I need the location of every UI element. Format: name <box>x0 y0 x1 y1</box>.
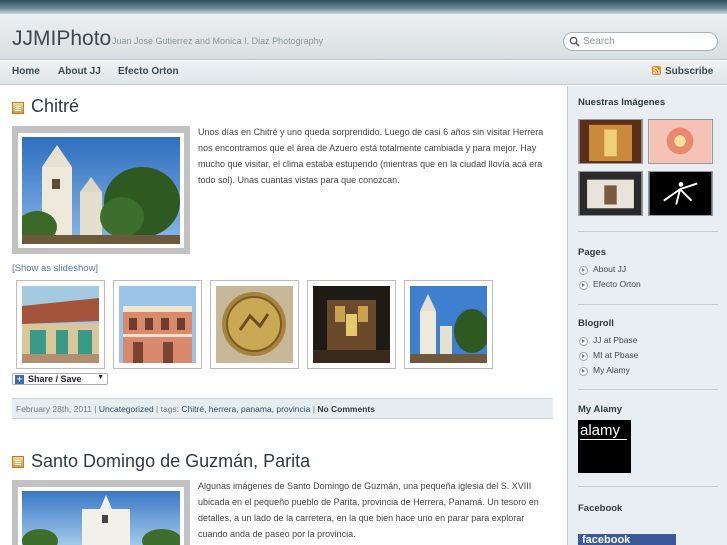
colonial-building-photo <box>119 286 196 363</box>
site-header: JJMIPhoto Juan Jose Gutierrez and Monica… <box>0 0 727 60</box>
category-link[interactable]: Uncategorized <box>99 404 154 414</box>
post-title-santo-domingo[interactable]: Santo Domingo de Guzmán, Parita <box>31 451 310 472</box>
alamy-logo-underline <box>580 439 627 440</box>
white-church-photo <box>22 491 180 545</box>
subscribe-label: Subscribe <box>665 66 714 77</box>
gallery-thumb[interactable] <box>210 280 299 369</box>
sidebar-image-flower[interactable] <box>648 119 713 164</box>
facebook-widget-title: Facebook <box>578 503 623 514</box>
blogroll-widget-title: Blogroll <box>578 318 614 329</box>
post-date: February 28th, 2011 | <box>16 404 99 414</box>
search-box[interactable] <box>563 32 718 51</box>
post-meta: February 28th, 2011 | Uncategorized | ta… <box>12 398 553 419</box>
church-tower-photo <box>410 286 487 363</box>
site-title[interactable]: JJMIPhoto <box>12 27 111 51</box>
blogroll-mi-pbase[interactable]: MI at Pbase <box>578 350 638 365</box>
alamy-logo-text: alamy <box>580 422 621 439</box>
header-top-strip <box>0 0 727 14</box>
house-photo <box>22 286 99 363</box>
gallery-thumb[interactable] <box>113 280 202 369</box>
post-title-chitre[interactable]: Chitré <box>31 96 79 117</box>
coin-photo <box>216 286 293 363</box>
blogroll-jj-pbase[interactable]: JJ at Pbase <box>578 335 638 350</box>
gallery-thumb[interactable] <box>16 280 105 369</box>
tags-prefix: | tags: <box>153 404 182 414</box>
sidebar-divider <box>578 304 718 305</box>
chevron-down-icon: ▼ <box>97 374 104 381</box>
post-body-santo-domingo: Algunas imágenes de Santo Domingo de Guz… <box>198 481 539 539</box>
sidebar: Nuestras Imágenes Pages About JJ Efecto … <box>567 86 727 545</box>
facebook-badge[interactable]: facebook <box>578 534 676 545</box>
post-icon <box>12 456 24 468</box>
gallery-thumb[interactable] <box>307 280 396 369</box>
sidebar-divider <box>578 486 718 487</box>
blogroll-list: JJ at Pbase MI at Pbase My Alamy <box>578 335 638 380</box>
site-tagline: Juan Jose Gutierrez and Monica I. Diaz P… <box>112 36 324 46</box>
rss-icon <box>652 66 661 75</box>
church-interior-photo <box>313 286 390 363</box>
sidebar-image-church-interior[interactable] <box>578 171 643 216</box>
alamy-widget-title: My Alamy <box>578 404 622 415</box>
gallery-thumb[interactable] <box>404 280 493 369</box>
share-label: Share / Save <box>28 374 82 384</box>
images-widget-title: Nuestras Imágenes <box>578 97 666 108</box>
post-icon <box>12 102 24 114</box>
comments-link[interactable]: No Comments <box>317 404 375 414</box>
sidebar-divider <box>578 389 718 390</box>
church-photo <box>22 137 180 244</box>
show-slideshow-link[interactable]: [Show as slideshow] <box>12 263 98 274</box>
alamy-logo[interactable]: alamy <box>578 420 631 473</box>
nav-about-jj[interactable]: About JJ <box>58 66 101 77</box>
plus-icon: + <box>15 374 24 384</box>
share-save-button[interactable]: + Share / Save ▼ <box>12 373 108 385</box>
sidebar-page-about-jj[interactable]: About JJ <box>578 264 641 279</box>
search-icon <box>569 36 580 47</box>
tag-links[interactable]: Chitré, herrera, panama, provincia <box>181 404 310 414</box>
blogroll-my-alamy[interactable]: My Alamy <box>578 365 638 380</box>
nav-efecto-orton[interactable]: Efecto Orton <box>118 66 179 77</box>
sidebar-image-dancer[interactable] <box>648 171 713 216</box>
post-featured-image-santo-domingo[interactable] <box>12 480 190 545</box>
post-featured-image-chitre[interactable] <box>12 126 190 254</box>
main-content: Chitré Unos días en Chitré y uno queda s… <box>0 86 566 545</box>
sidebar-divider <box>578 231 718 232</box>
sidebar-image-altar[interactable] <box>578 119 643 164</box>
pages-list: About JJ Efecto Orton <box>578 264 641 294</box>
pages-widget-title: Pages <box>578 247 606 258</box>
main-nav: Home About JJ Efecto Orton Subscribe <box>0 61 727 85</box>
post-body-chitre: Unos días en Chitré y uno queda sorprend… <box>198 127 544 185</box>
nav-home[interactable]: Home <box>12 66 40 77</box>
search-input[interactable] <box>583 34 713 49</box>
sidebar-page-efecto-orton[interactable]: Efecto Orton <box>578 279 641 294</box>
subscribe-link[interactable]: Subscribe <box>652 66 713 77</box>
